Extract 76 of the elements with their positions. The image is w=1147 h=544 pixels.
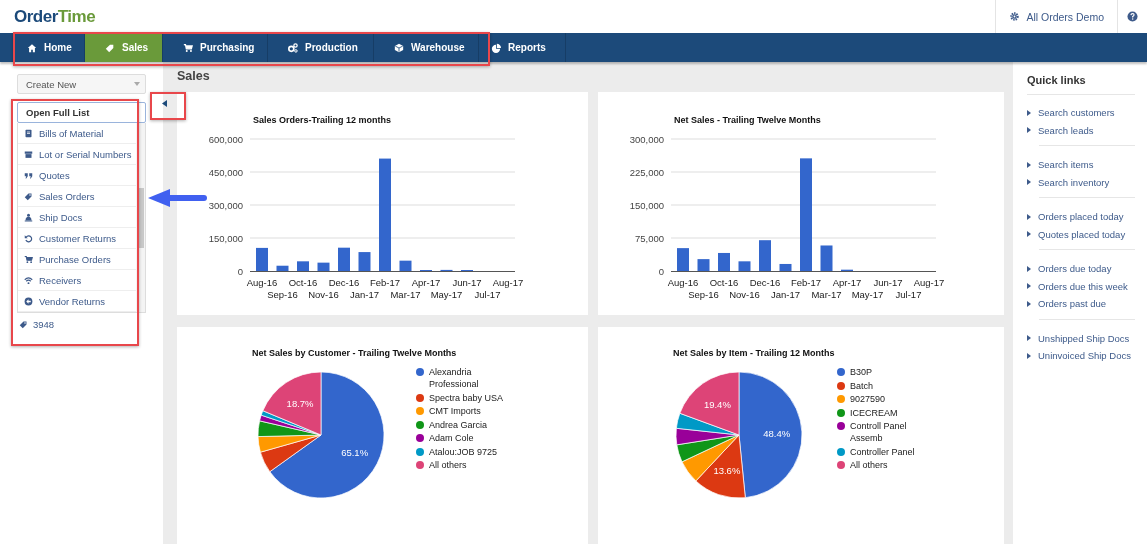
quick-link[interactable]: Quotes placed today (1027, 225, 1135, 243)
axis-label: Dec-16 (328, 277, 360, 288)
axis-label: Apr-17 (832, 277, 862, 288)
legend-label: Controller Panel (850, 445, 915, 458)
legend-label: 9027590 (850, 393, 886, 405)
tick-label: 0 (658, 265, 664, 277)
axis-label: Aug-17 (492, 277, 524, 288)
axis-label: Mar-17 (811, 289, 842, 300)
axis-label: Feb-17 (369, 277, 401, 288)
tick-label: 600,000 (208, 133, 243, 145)
axis-label: Jan-17 (770, 289, 801, 300)
quick-link[interactable]: Search leads (1027, 121, 1135, 139)
data-label: 13.6% (713, 465, 741, 477)
data-label: 19.4% (703, 398, 731, 410)
tick-label: 225,000 (629, 166, 664, 178)
axis-label: Sep-16 (267, 289, 298, 300)
axis-label: Mar-17 (390, 289, 421, 300)
tick-label: 0 (237, 265, 243, 277)
create-new-dropdown[interactable]: Create New (17, 74, 146, 94)
legend-label: Controll Panel Assemb (850, 420, 908, 444)
legend-label: Andrea Garcia (429, 418, 488, 431)
quick-link[interactable]: Orders placed today (1027, 208, 1135, 226)
quick-link[interactable]: Search items (1027, 156, 1135, 174)
page-title: Sales (177, 70, 211, 82)
tick-label: 300,000 (629, 133, 664, 145)
legend-label: CMT Imports (429, 405, 481, 417)
legend-label: All others (429, 459, 467, 471)
legend-label: Adam Cole (429, 432, 474, 444)
axis-label: Jul-17 (895, 289, 922, 300)
chart-title: Net Sales by Item - Trailing 12 Months (673, 348, 836, 358)
logo[interactable]: OrderTime (14, 6, 96, 27)
data-label: 48.4% (763, 427, 791, 439)
axis-label: Feb-17 (790, 277, 822, 288)
axis-label: Nov-16 (308, 289, 339, 300)
axis-label: May-17 (851, 289, 884, 300)
legend-label: Atalou:JOB 9725 (429, 445, 498, 458)
quick-link[interactable]: Search customers (1027, 104, 1135, 122)
axis-label: May-17 (430, 289, 463, 300)
axis-label: Jun-17 (452, 277, 482, 288)
legend-label: All others (850, 459, 888, 471)
legend-label: B30P (850, 366, 873, 378)
quick-link[interactable]: Search inventory (1027, 173, 1135, 191)
axis-label: Aug-17 (913, 277, 945, 288)
list-dropdown[interactable]: Open Full List (17, 102, 146, 123)
data-label: 65.1% (341, 446, 369, 458)
legend-label: ICECREAM (850, 406, 898, 419)
section-title: Quick links (1027, 74, 1135, 95)
axis-label: Dec-16 (749, 277, 781, 288)
quick-link[interactable]: Orders due today (1027, 260, 1135, 278)
axis-label: Jun-17 (873, 277, 903, 288)
legend-label: Batch (850, 379, 873, 392)
axis-label: Oct-16 (288, 277, 318, 288)
tick-label: 450,000 (208, 166, 243, 178)
tick-label: 75,000 (634, 232, 664, 244)
axis-label: Jul-17 (474, 289, 501, 300)
axis-label: Oct-16 (709, 277, 739, 288)
legend-label: Spectra baby USA (429, 391, 504, 404)
axis-label: Aug-16 (246, 277, 278, 288)
recent-item[interactable]: 3948 (17, 319, 163, 330)
axis-label: Jan-17 (349, 289, 380, 300)
quick-link[interactable]: Unshipped Ship Docs (1027, 329, 1135, 347)
quick-link[interactable]: Orders due this week (1027, 277, 1135, 295)
axis-label: Aug-16 (667, 277, 699, 288)
legend-label: Alexandria Professional (429, 366, 480, 390)
chart-title: Net Sales by Customer - Trailing Twelve Months (252, 348, 458, 358)
quick-link[interactable]: Uninvoiced Ship Docs (1027, 347, 1135, 365)
data-label: 18.7% (286, 398, 314, 410)
tick-label: 150,000 (629, 199, 664, 211)
tick-label: 300,000 (208, 199, 243, 211)
tick-label: 150,000 (208, 232, 243, 244)
axis-label: Sep-16 (688, 289, 719, 300)
chart-title: Net Sales - Trailing Twelve Months (674, 115, 821, 125)
axis-label: Nov-16 (729, 289, 760, 300)
chart-title: Sales Orders-Trailing 12 months (253, 115, 392, 125)
quick-link[interactable]: Orders past due (1027, 295, 1135, 313)
axis-label: Apr-17 (411, 277, 441, 288)
